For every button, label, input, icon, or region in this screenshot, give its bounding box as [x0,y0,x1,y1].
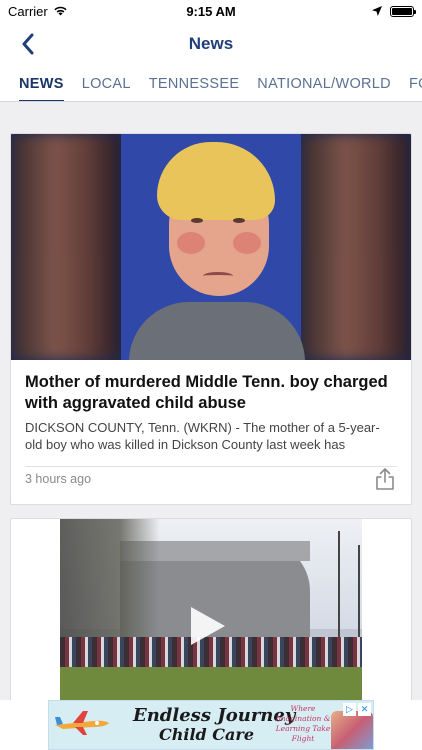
news-feed[interactable]: Mother of murdered Middle Tenn. boy char… [0,102,422,700]
ad-headline: Endless Journey [133,705,296,726]
tab-local[interactable]: LOCAL [73,66,140,101]
ad-banner: Endless Journey Child Care Where Imagina… [0,700,422,750]
video-thumbnail[interactable] [60,519,362,700]
category-tabs: NEWS LOCAL TENNESSEE NATIONAL/WORLD FOO [0,66,422,102]
article-card[interactable]: Mother of murdered Middle Tenn. boy char… [10,133,412,505]
status-bar: Carrier 9:15 AM [0,0,422,22]
nav-bar: News [0,22,422,66]
video-card[interactable] [10,518,412,700]
article-timestamp: 3 hours ago [25,472,92,486]
ad-choices-icon[interactable]: ▷ [343,703,356,716]
chevron-left-icon [22,33,34,55]
tab-national-world[interactable]: NATIONAL/WORLD [248,66,400,101]
ad-close-icon[interactable]: ✕ [358,703,371,716]
ad-tagline: Where Imagination & Learning Take Flight [275,704,331,743]
play-icon[interactable] [191,607,225,645]
ad-subline: Child Care [159,725,254,744]
share-button[interactable] [373,466,397,492]
carrier-label: Carrier [8,3,48,19]
share-icon [376,468,394,490]
article-photo[interactable] [11,134,411,360]
ad-creative[interactable]: Endless Journey Child Care Where Imagina… [48,700,374,750]
status-time: 9:15 AM [186,3,236,19]
page-title: News [188,34,234,53]
tab-tennessee[interactable]: TENNESSEE [140,66,249,101]
article-summary: DICKSON COUNTY, Tenn. (WKRN) - The mothe… [25,420,380,452]
article-title[interactable]: Mother of murdered Middle Tenn. boy char… [11,360,411,414]
location-arrow-icon [372,4,382,19]
ad-children-photo [331,711,373,749]
battery-icon [390,5,416,17]
airplane-icon [55,711,109,735]
tab-food[interactable]: FOO [400,66,422,101]
wifi-icon [53,4,68,19]
tab-news[interactable]: NEWS [0,66,73,101]
back-button[interactable] [14,30,42,58]
